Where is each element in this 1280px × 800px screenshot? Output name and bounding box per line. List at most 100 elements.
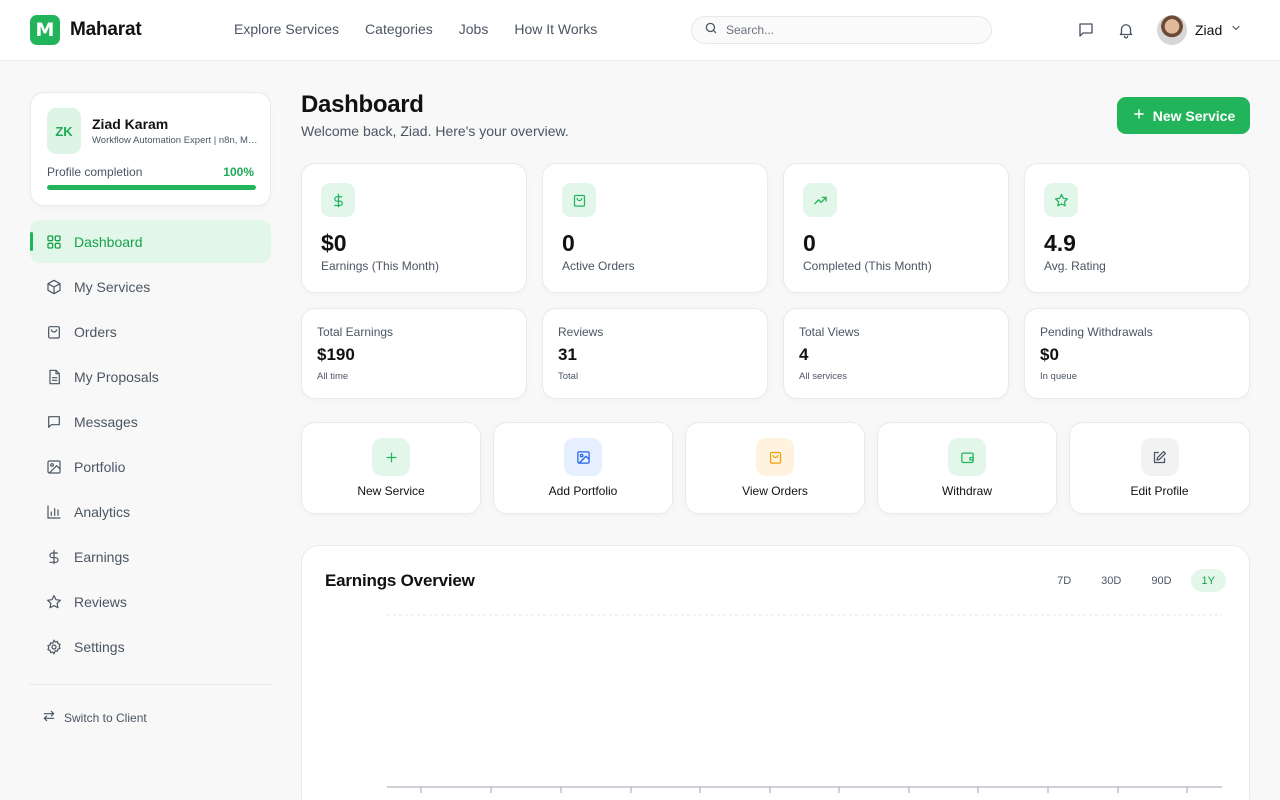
dollar-icon — [321, 183, 355, 217]
quick-action-view-orders[interactable]: View Orders — [685, 422, 865, 514]
page-subtitle: Welcome back, Ziad. Here's your overview… — [301, 123, 569, 139]
stat-value: 4.9 — [1044, 230, 1076, 256]
plus-icon — [1132, 107, 1146, 124]
sidebar-item-portfolio[interactable]: Portfolio — [30, 445, 271, 488]
stat-value: 0 — [562, 230, 575, 256]
quick-action-label: View Orders — [742, 484, 808, 498]
switch-to-client-link[interactable]: Switch to Client — [42, 709, 147, 726]
mini-card-total-earnings: Total Earnings $190 All time — [301, 308, 527, 399]
quick-action-label: Withdraw — [941, 484, 992, 498]
sidebar-item-label: Orders — [74, 323, 117, 340]
grid-icon — [46, 234, 62, 250]
new-service-button[interactable]: New Service — [1117, 97, 1250, 134]
quick-action-label: New Service — [357, 484, 425, 498]
sidebar-item-my-services[interactable]: My Services — [30, 265, 271, 308]
sidebar-item-orders[interactable]: Orders — [30, 310, 271, 353]
quick-action-label: Add Portfolio — [548, 484, 618, 498]
trending-up-icon — [803, 183, 837, 217]
edit-icon — [1140, 438, 1179, 476]
gear-icon — [46, 638, 62, 655]
sidebar-item-analytics[interactable]: Analytics — [30, 490, 271, 533]
sidebar-nav: Dashboard My Services Orders My Proposal… — [30, 220, 271, 670]
plus-icon — [372, 438, 410, 476]
star-icon — [46, 594, 62, 610]
stat-card-rating: 4.9 Avg. Rating — [1024, 163, 1250, 293]
star-icon — [1044, 183, 1078, 217]
sidebar-item-label: Reviews — [74, 593, 127, 610]
profile-title: Workflow Automation Expert | n8n, Make, … — [92, 135, 260, 146]
search-input[interactable] — [726, 23, 966, 37]
search-icon — [704, 21, 718, 40]
image-icon — [46, 459, 62, 475]
sidebar-item-label: Portfolio — [74, 458, 126, 475]
nav-explore-services[interactable]: Explore Services — [234, 21, 339, 37]
bar-chart-icon — [46, 504, 62, 520]
mini-sub: All services — [799, 371, 848, 382]
quick-action-withdraw[interactable]: Withdraw — [877, 422, 1057, 514]
chevron-down-icon — [1230, 21, 1242, 39]
sidebar-item-my-proposals[interactable]: My Proposals — [30, 355, 271, 398]
mini-label: Pending Withdrawals — [1040, 325, 1153, 339]
bell-icon[interactable] — [1116, 20, 1136, 40]
sidebar-item-settings[interactable]: Settings — [30, 625, 271, 668]
message-icon[interactable] — [1076, 20, 1096, 40]
sidebar-item-label: Settings — [74, 638, 125, 655]
bag-icon — [562, 183, 596, 217]
sidebar-item-label: My Services — [74, 278, 151, 295]
message-icon — [46, 414, 62, 430]
sidebar-item-label: Analytics — [74, 503, 131, 520]
bag-icon — [46, 324, 62, 340]
stat-label: Completed (This Month) — [803, 259, 932, 273]
sidebar-item-label: Dashboard — [74, 233, 143, 250]
stat-label: Avg. Rating — [1044, 259, 1106, 273]
sidebar-item-label: Earnings — [74, 548, 130, 565]
sidebar-item-messages[interactable]: Messages — [30, 400, 271, 443]
image-icon — [564, 438, 602, 476]
page-title: Dashboard — [301, 91, 424, 118]
stat-value: 0 — [803, 230, 816, 256]
sidebar-item-earnings[interactable]: Earnings — [30, 535, 271, 578]
brand-name: Maharat — [70, 19, 142, 40]
stat-value: $0 — [321, 230, 347, 256]
quick-action-edit-profile[interactable]: Edit Profile — [1069, 422, 1250, 514]
mini-card-reviews: Reviews 31 Total — [542, 308, 768, 399]
profile-initials-avatar: ZK — [47, 108, 81, 154]
brand-logo[interactable]: M Maharat — [30, 15, 142, 45]
main-nav: Explore Services Categories Jobs How It … — [234, 21, 597, 37]
user-menu[interactable]: Ziad — [1157, 15, 1242, 45]
earnings-chart-plot — [387, 614, 1222, 793]
earnings-overview-card: Earnings Overview 7D 30D 90D 1Y — [301, 545, 1250, 800]
quick-action-add-portfolio[interactable]: Add Portfolio — [493, 422, 673, 514]
stat-card-active-orders: 0 Active Orders — [542, 163, 768, 293]
bag-icon — [756, 438, 794, 476]
stat-label: Active Orders — [562, 259, 635, 273]
mini-value: 31 — [558, 345, 577, 364]
mini-label: Total Earnings — [317, 325, 394, 339]
profile-completion-label: Profile completion — [47, 165, 143, 179]
wallet-icon — [948, 438, 986, 476]
sidebar-item-dashboard[interactable]: Dashboard — [30, 220, 271, 263]
nav-categories[interactable]: Categories — [365, 21, 433, 37]
quick-action-new-service[interactable]: New Service — [301, 422, 481, 514]
profile-card: ZK Ziad Karam Workflow Automation Expert… — [30, 92, 271, 206]
mini-card-pending-withdrawals: Pending Withdrawals $0 In queue — [1024, 308, 1250, 399]
quick-action-label: Edit Profile — [1130, 484, 1189, 498]
mini-card-total-views: Total Views 4 All services — [783, 308, 1009, 399]
box-icon — [46, 279, 62, 295]
mini-value: $190 — [317, 345, 355, 364]
mini-label: Reviews — [558, 325, 604, 339]
file-icon — [46, 369, 62, 385]
switch-label: Switch to Client — [64, 710, 147, 725]
top-navbar: M Maharat Explore Services Categories Jo… — [0, 0, 1280, 61]
mini-sub: All time — [317, 371, 349, 382]
dollar-icon — [46, 549, 62, 565]
nav-jobs[interactable]: Jobs — [459, 21, 489, 37]
search-bar — [691, 16, 992, 44]
swap-icon — [42, 709, 56, 726]
sidebar-item-label: My Proposals — [74, 368, 159, 385]
sidebar-item-reviews[interactable]: Reviews — [30, 580, 271, 623]
profile-completion-bar — [47, 185, 256, 190]
mini-value: 4 — [799, 345, 809, 364]
nav-how-it-works[interactable]: How It Works — [514, 21, 597, 37]
mini-sub: In queue — [1040, 371, 1077, 382]
